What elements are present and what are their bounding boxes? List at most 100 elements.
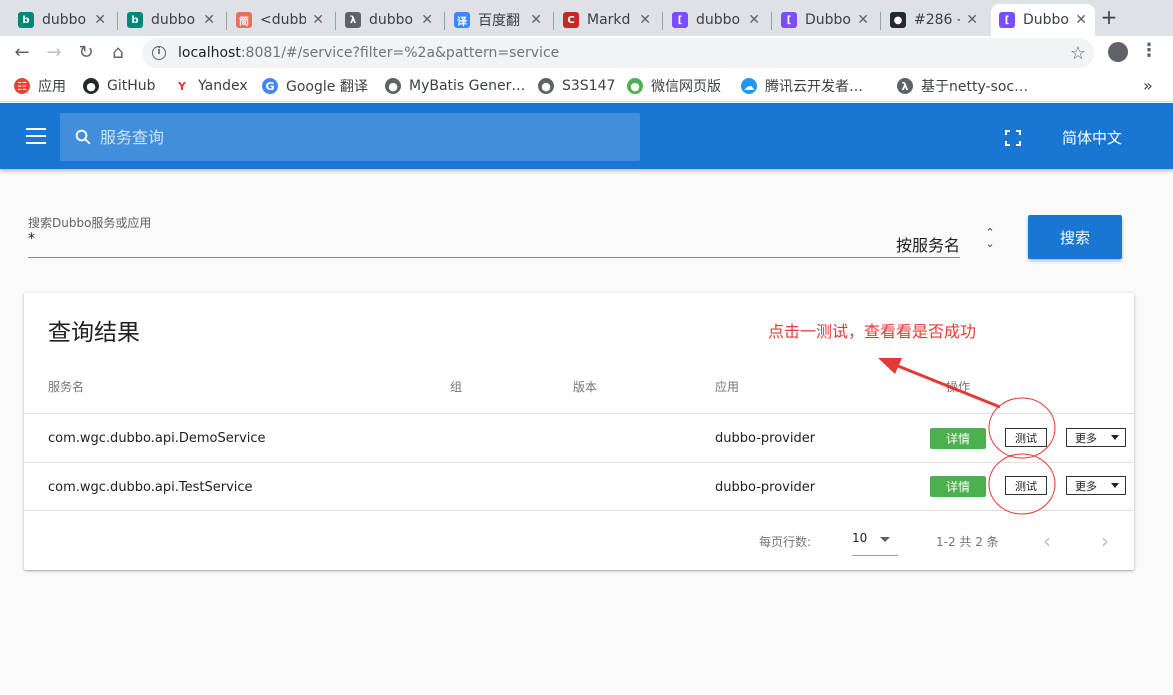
caret-down-icon	[1111, 435, 1119, 440]
github-icon: ●	[890, 12, 906, 28]
detail-button[interactable]: 详情	[930, 476, 986, 497]
table-row-service: com.wgc.dubbo.api.TestService	[48, 480, 253, 495]
globe-icon: ●	[385, 78, 401, 94]
close-tab-icon[interactable]: ✕	[203, 12, 215, 28]
bookmark-item[interactable]: ● 微信网页版	[627, 77, 721, 95]
bookmark-item[interactable]: G Google 翻译	[262, 77, 368, 95]
bookmark-star-icon[interactable]: ☆	[1070, 43, 1086, 64]
select-arrows-icon[interactable]: ⌃ ⌄	[983, 227, 997, 251]
tab-separator	[553, 12, 554, 30]
close-tab-icon[interactable]: ✕	[1075, 12, 1087, 28]
netty-icon: λ	[897, 78, 913, 94]
browser-tab[interactable]: b dubbo ✕	[10, 4, 114, 36]
service-search-bar[interactable]	[60, 113, 640, 161]
browser-tab[interactable]: [Dubbo ✕	[773, 4, 877, 36]
browser-tab[interactable]: b dubbo ✕	[119, 4, 223, 36]
tab-separator	[226, 12, 227, 30]
bookmark-label: S3S147	[562, 78, 616, 94]
caret-down-icon[interactable]	[880, 537, 890, 542]
address-bar[interactable]: i localhost:8081/#/service?filter=%2a&pa…	[142, 38, 1094, 68]
browser-toolbar: ← → ↻ ⌂ i localhost:8081/#/service?filte…	[0, 36, 1173, 70]
test-button[interactable]: 测试	[1005, 428, 1047, 447]
tab-separator	[117, 12, 118, 30]
browser-tab[interactable]: [dubbo ✕	[664, 4, 768, 36]
browser-tab[interactable]: 译百度翻 ✕	[446, 4, 550, 36]
close-tab-icon[interactable]: ✕	[530, 12, 542, 28]
account-avatar-icon[interactable]	[1108, 42, 1128, 62]
url-host: localhost	[178, 45, 241, 61]
rows-per-page-label: 每页行数:	[759, 535, 812, 549]
annotation-note: 点击一测试，查看看是否成功	[768, 322, 977, 341]
more-label: 更多	[1075, 431, 1097, 445]
prev-page-icon[interactable]: ‹	[1043, 529, 1051, 553]
browser-tab-title: dubbo	[696, 12, 741, 28]
rows-per-page-select[interactable]: 10	[852, 531, 867, 545]
close-tab-icon[interactable]: ✕	[639, 12, 651, 28]
bookmarks-bar: ☷ 应用 ● GitHub Y Yandex G Google 翻译 ● MyBatis Gene…	[0, 70, 1173, 102]
close-tab-icon[interactable]: ✕	[966, 12, 978, 28]
reload-icon[interactable]: ↻	[74, 41, 98, 65]
browser-tab[interactable]: 简 <dubb ✕	[228, 4, 332, 36]
bookmark-label: 基于netty-soc…	[921, 79, 1029, 95]
language-switch[interactable]: 简体中文	[1062, 127, 1122, 148]
jianshu-icon: 简	[236, 12, 252, 28]
bookmark-item[interactable]: ☷ 应用	[14, 77, 66, 95]
next-page-icon[interactable]: ›	[1101, 529, 1109, 553]
browser-tab[interactable]: λ dubbo ✕	[337, 4, 441, 36]
bookmark-item[interactable]: ● MyBatis Gener…	[385, 77, 525, 95]
bookmark-label: 应用	[38, 79, 66, 95]
rows-per-page-underline	[852, 555, 898, 556]
site-info-icon[interactable]: i	[152, 46, 166, 60]
baidu-translate-icon: 译	[454, 12, 470, 28]
search-pattern-select[interactable]: 按服务名	[896, 232, 960, 256]
google-translate-icon: G	[262, 78, 278, 94]
search-field-underline	[28, 257, 960, 258]
bookmarks-overflow-icon[interactable]: »	[1143, 76, 1153, 95]
app-header: 简体中文	[0, 103, 1173, 169]
wechat-icon: ●	[627, 78, 643, 94]
bing-icon: b	[18, 12, 34, 28]
table-row-app: dubbo-provider	[715, 431, 816, 446]
close-tab-icon[interactable]: ✕	[857, 12, 869, 28]
close-tab-icon[interactable]: ✕	[94, 12, 106, 28]
results-title: 查询结果	[48, 320, 140, 346]
caret-down-icon	[1111, 483, 1119, 488]
table-row-app: dubbo-provider	[715, 480, 816, 495]
close-tab-icon[interactable]: ✕	[421, 12, 433, 28]
bookmark-label: Yandex	[198, 78, 248, 94]
close-tab-icon[interactable]: ✕	[748, 12, 760, 28]
browser-tab[interactable]: [Dubbo ✕	[991, 4, 1095, 36]
search-button[interactable]: 搜索	[1028, 215, 1122, 259]
new-tab-button[interactable]: +	[1098, 6, 1120, 28]
url-path: :8081/#/service?filter=%2a&pattern=servi…	[240, 45, 560, 61]
forward-icon[interactable]: →	[42, 41, 66, 65]
github-icon: ●	[83, 78, 99, 94]
browser-tab[interactable]: ● #286 - ✕	[882, 4, 986, 36]
test-button[interactable]: 测试	[1005, 476, 1047, 495]
bookmark-item[interactable]: λ 基于netty-soc…	[897, 77, 1028, 95]
bookmark-label: 微信网页版	[651, 79, 721, 95]
bookmark-item[interactable]: ● GitHub	[83, 77, 156, 95]
browser-tab-title: Dubbo	[805, 12, 851, 28]
fullscreen-icon[interactable]	[1005, 130, 1021, 146]
home-icon[interactable]: ⌂	[106, 41, 130, 65]
close-tab-icon[interactable]: ✕	[312, 12, 324, 28]
search-field[interactable]: *	[28, 231, 35, 247]
service-search-input[interactable]	[100, 127, 580, 147]
yandex-icon: Y	[174, 78, 190, 94]
dubbo-icon: [	[999, 12, 1015, 28]
bookmark-item[interactable]: ● S3S147	[538, 77, 615, 95]
more-dropdown-button[interactable]: 更多	[1066, 428, 1126, 447]
csdn-icon: C	[563, 12, 579, 28]
detail-button[interactable]: 详情	[930, 428, 986, 449]
browser-tab[interactable]: C Markd ✕	[555, 4, 659, 36]
table-row-service: com.wgc.dubbo.api.DemoService	[48, 431, 266, 446]
more-dropdown-button[interactable]: 更多	[1066, 476, 1126, 495]
browser-tab-title: <dubb	[260, 12, 307, 28]
browser-menu-icon[interactable]: ⋮	[1140, 40, 1158, 61]
apps-grid-icon: ☷	[14, 78, 30, 94]
back-icon[interactable]: ←	[10, 41, 34, 65]
menu-icon[interactable]	[26, 128, 46, 144]
bookmark-item[interactable]: Y Yandex	[174, 77, 248, 95]
bookmark-item[interactable]: ☁ 腾讯云开发者…	[741, 77, 863, 95]
